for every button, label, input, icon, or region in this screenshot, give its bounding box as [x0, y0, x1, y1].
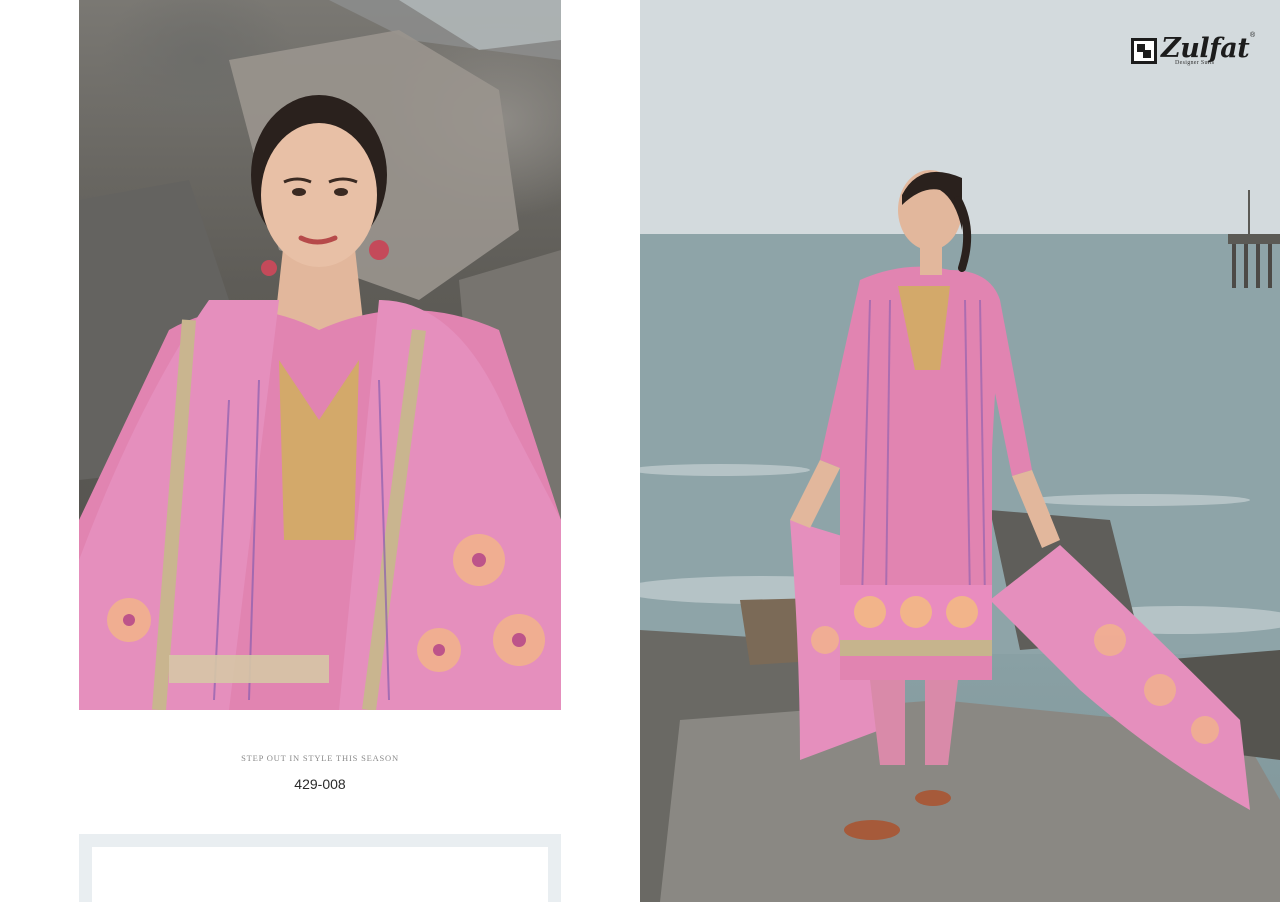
- brand-logo-icon: [1131, 38, 1157, 64]
- model-full-length-photo: [640, 0, 1280, 902]
- brand-logo: Zulfat Designer Suits ®: [1131, 32, 1255, 70]
- tagline-text: STEP OUT IN STYLE THIS SEASON: [241, 753, 399, 763]
- seascape-illustration: [640, 0, 1280, 902]
- left-page: STEP OUT IN STYLE THIS SEASON 429-008: [0, 0, 640, 902]
- portrait-illustration: [79, 0, 561, 710]
- decorative-frame-inner: [92, 847, 548, 902]
- brand-subtitle: Designer Suits: [1175, 60, 1215, 66]
- design-code: 429-008: [294, 776, 346, 792]
- model-portrait-photo: [79, 0, 561, 710]
- decorative-frame: [79, 834, 561, 902]
- registered-mark: ®: [1250, 32, 1256, 39]
